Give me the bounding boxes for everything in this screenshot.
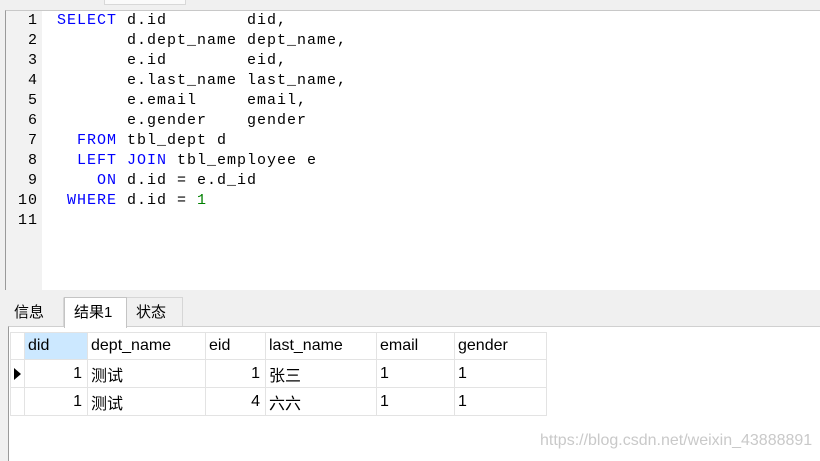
code-lines: 1 SELECT d.id did, 2 d.dept_name dept_na… xyxy=(6,11,347,231)
tab-status[interactable]: 状态 xyxy=(127,297,183,327)
column-header-last-name[interactable]: last_name xyxy=(265,332,377,360)
code-text: ON d.id = e.d_id xyxy=(57,171,257,191)
row-indicator[interactable] xyxy=(10,359,25,388)
tab-label: 状态 xyxy=(136,304,167,321)
cell-email[interactable]: 1 xyxy=(376,359,455,388)
cell-gender[interactable]: 1 xyxy=(454,359,547,388)
table-row[interactable]: 1 测试 1 张三 1 1 xyxy=(10,359,547,388)
sql-text: d.dept_name dept_name, xyxy=(57,32,348,49)
code-line[interactable]: 4 e.last_name last_name, xyxy=(6,71,347,91)
code-line[interactable]: 8 LEFT JOIN tbl_employee e xyxy=(6,151,347,171)
column-header-eid[interactable]: eid xyxy=(205,332,266,360)
result-tab-bar: 信息 结果1 状态 xyxy=(5,297,820,328)
line-number: 7 xyxy=(27,132,38,149)
sql-editor[interactable]: 1 SELECT d.id did, 2 d.dept_name dept_na… xyxy=(5,10,820,290)
sql-indent xyxy=(57,192,67,209)
row-indicator[interactable] xyxy=(10,387,25,416)
code-line[interactable]: 7 FROM tbl_dept d xyxy=(6,131,347,151)
code-line[interactable]: 3 e.id eid, xyxy=(6,51,347,71)
sql-text: e.last_name last_name, xyxy=(57,72,348,89)
code-text: e.email email, xyxy=(57,91,307,111)
row-indicator-header xyxy=(10,332,25,360)
code-text: e.gender gender xyxy=(57,111,307,131)
code-line[interactable]: 10 WHERE d.id = 1 xyxy=(6,191,347,211)
line-number: 3 xyxy=(27,52,38,69)
cell-eid[interactable]: 1 xyxy=(205,359,266,388)
code-text: e.id eid, xyxy=(57,51,287,71)
code-text: e.last_name last_name, xyxy=(57,71,347,91)
sql-keyword: FROM xyxy=(77,132,118,149)
sql-number: 1 xyxy=(197,192,208,209)
line-number: 9 xyxy=(27,172,38,189)
sql-text: e.email email, xyxy=(57,92,308,109)
column-header-did[interactable]: did xyxy=(24,332,88,360)
query-tab[interactable] xyxy=(104,0,186,5)
code-line[interactable]: 2 d.dept_name dept_name, xyxy=(6,31,347,51)
cell-last-name[interactable]: 六六 xyxy=(265,387,377,416)
cell-did[interactable]: 1 xyxy=(24,387,88,416)
table-row[interactable]: 1 测试 4 六六 1 1 xyxy=(10,387,547,416)
sql-keyword: ON xyxy=(97,172,118,189)
column-header-gender[interactable]: gender xyxy=(454,332,547,360)
column-header-dept-name[interactable]: dept_name xyxy=(87,332,206,360)
sql-keyword: WHERE xyxy=(67,192,118,209)
code-text: LEFT JOIN tbl_employee e xyxy=(57,151,317,171)
line-number: 1 xyxy=(27,12,38,29)
tab-result-1[interactable]: 结果1 xyxy=(64,297,127,328)
code-text: FROM tbl_dept d xyxy=(57,131,227,151)
line-number: 5 xyxy=(27,92,38,109)
line-number: 10 xyxy=(17,192,38,209)
tab-info[interactable]: 信息 xyxy=(5,297,64,327)
current-row-arrow-icon xyxy=(14,367,21,380)
cell-email[interactable]: 1 xyxy=(376,387,455,416)
sql-text: d.id = e.d_id xyxy=(117,172,258,189)
result-grid: did dept_name eid last_name email gender… xyxy=(10,332,547,416)
code-text: WHERE d.id = 1 xyxy=(57,191,207,211)
top-tab-strip xyxy=(0,0,820,10)
code-line[interactable]: 6 e.gender gender xyxy=(6,111,347,131)
cell-last-name[interactable]: 张三 xyxy=(265,359,377,388)
code-line[interactable]: 1 SELECT d.id did, xyxy=(6,11,347,31)
sql-text: e.gender gender xyxy=(57,112,308,129)
sql-indent xyxy=(57,172,97,189)
line-number: 2 xyxy=(27,32,38,49)
code-text: SELECT d.id did, xyxy=(57,11,287,31)
code-line[interactable]: 9 ON d.id = e.d_id xyxy=(6,171,347,191)
sql-text: tbl_employee e xyxy=(167,152,318,169)
tab-label: 信息 xyxy=(14,304,45,321)
sql-keyword: LEFT JOIN xyxy=(77,152,168,169)
cell-dept-name[interactable]: 测试 xyxy=(87,387,206,416)
sql-text: e.id eid, xyxy=(57,52,288,69)
line-number: 4 xyxy=(27,72,38,89)
tab-label: 结果1 xyxy=(74,304,113,321)
line-number: 11 xyxy=(17,212,38,229)
cell-did[interactable]: 1 xyxy=(24,359,88,388)
sql-text: d.id = xyxy=(117,192,198,209)
sql-indent xyxy=(57,132,77,149)
line-number: 6 xyxy=(27,112,38,129)
code-text: d.dept_name dept_name, xyxy=(57,31,347,51)
cell-gender[interactable]: 1 xyxy=(454,387,547,416)
line-number: 8 xyxy=(27,152,38,169)
cell-dept-name[interactable]: 测试 xyxy=(87,359,206,388)
sql-text: d.id did, xyxy=(117,12,288,29)
sql-text: tbl_dept d xyxy=(117,132,228,149)
cell-eid[interactable]: 4 xyxy=(205,387,266,416)
header-row: did dept_name eid last_name email gender xyxy=(10,332,547,360)
code-line[interactable]: 11 xyxy=(6,211,347,231)
column-header-email[interactable]: email xyxy=(376,332,455,360)
sql-indent xyxy=(57,152,77,169)
code-line[interactable]: 5 e.email email, xyxy=(6,91,347,111)
sql-keyword: SELECT xyxy=(57,12,118,29)
watermark: https://blog.csdn.net/weixin_43888891 xyxy=(540,432,813,449)
